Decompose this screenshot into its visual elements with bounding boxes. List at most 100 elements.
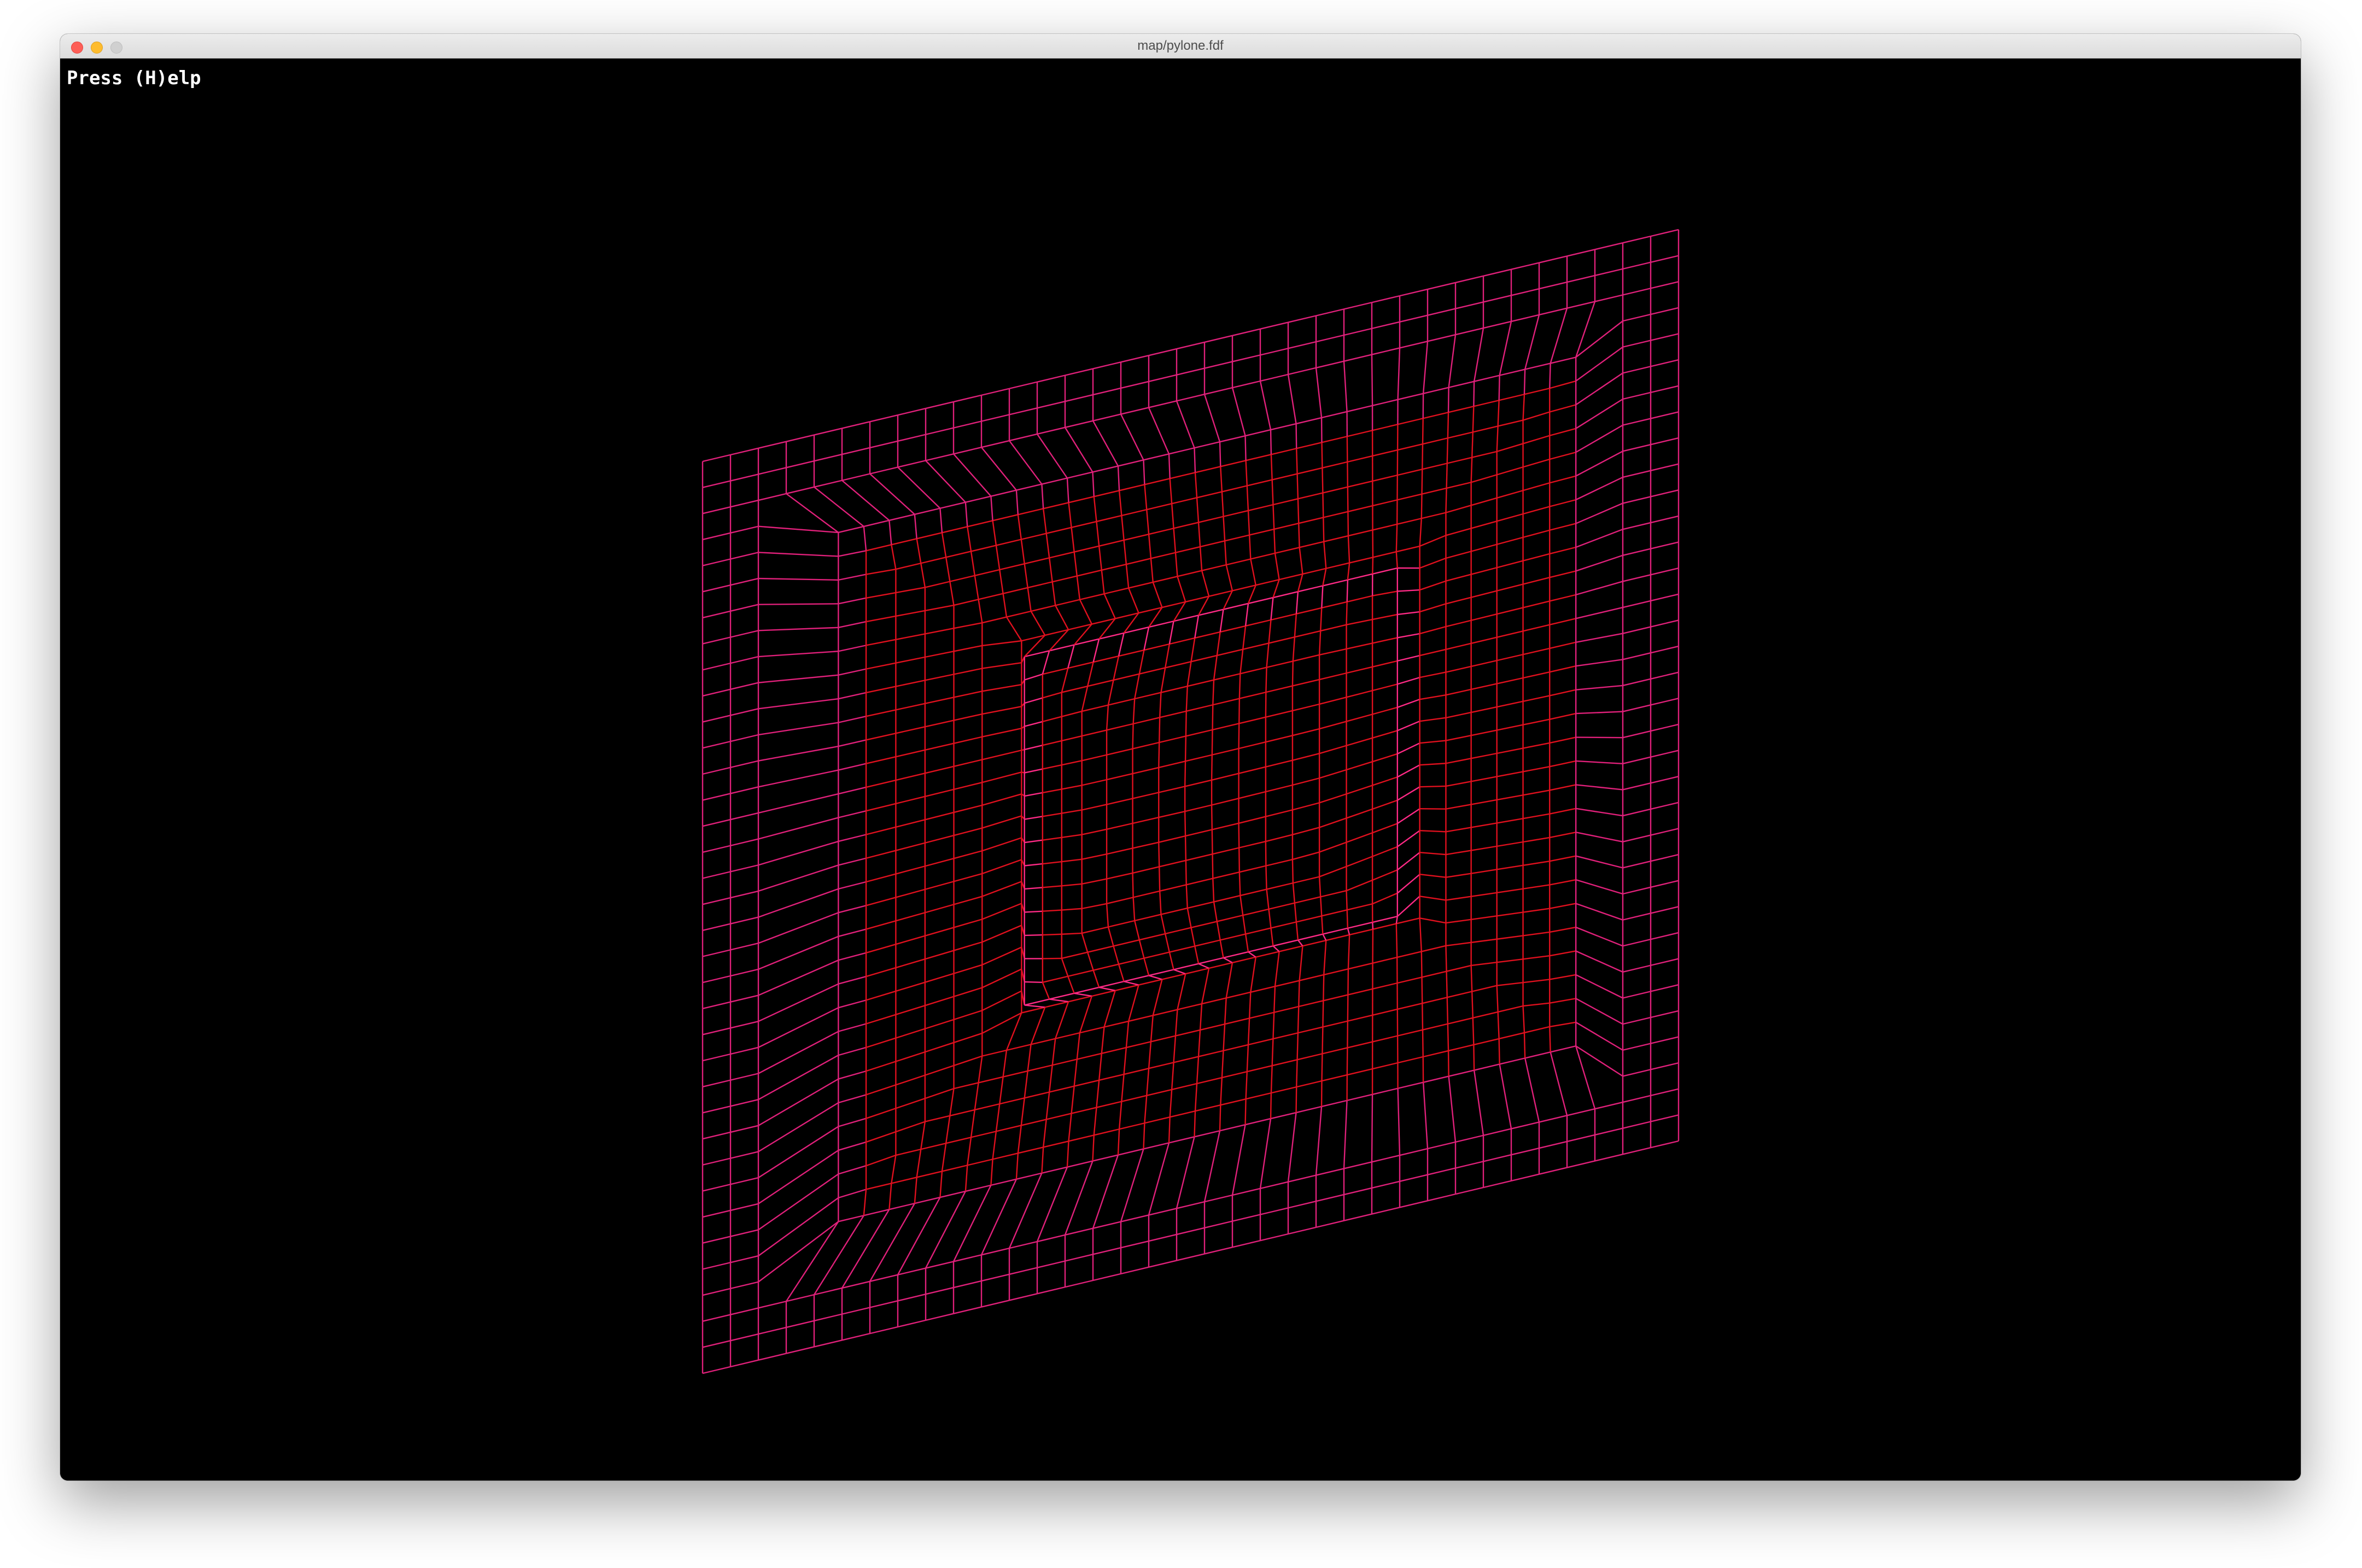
wire-segment bbox=[1248, 992, 1252, 1019]
wire-segment bbox=[1196, 491, 1223, 499]
wire-segment bbox=[1148, 1042, 1152, 1069]
wire-segment bbox=[1177, 973, 1186, 1010]
wire-segment bbox=[866, 756, 896, 764]
wire-segment bbox=[1270, 928, 1274, 946]
wire-segment bbox=[925, 401, 954, 409]
wire-segment bbox=[1077, 1052, 1102, 1060]
wire-segment bbox=[1037, 434, 1068, 479]
wire-segment bbox=[866, 850, 896, 859]
wire-segment bbox=[996, 539, 1022, 546]
wire-segment bbox=[838, 834, 867, 842]
wire-segment bbox=[1093, 496, 1097, 522]
wire-segment bbox=[1240, 649, 1244, 674]
wire-segment bbox=[1549, 665, 1576, 673]
wire-segment bbox=[863, 1189, 867, 1216]
wire-segment bbox=[1397, 830, 1420, 847]
wire-segment bbox=[1043, 1140, 1069, 1148]
wire-segment bbox=[925, 996, 954, 1007]
wire-segment bbox=[965, 495, 991, 503]
wire-segment bbox=[896, 563, 921, 570]
wire-segment bbox=[1074, 986, 1100, 994]
wire-segment bbox=[1158, 810, 1185, 818]
wire-segment bbox=[1220, 625, 1246, 633]
wire-segment bbox=[1223, 1044, 1249, 1051]
wire-segment bbox=[1146, 1089, 1172, 1096]
wire-segment bbox=[1244, 603, 1249, 627]
wire-segment bbox=[1421, 512, 1446, 519]
wire-segment bbox=[1472, 1011, 1498, 1019]
wire-segment bbox=[1168, 952, 1174, 970]
wire-segment bbox=[1347, 430, 1373, 437]
wire-segment bbox=[1185, 967, 1209, 975]
wire-segment bbox=[702, 1027, 731, 1035]
wire-segment bbox=[1220, 1098, 1246, 1106]
wire-segment bbox=[981, 1273, 1010, 1282]
wire-segment bbox=[1471, 845, 1497, 851]
wire-segment bbox=[1266, 660, 1294, 668]
wire-segment bbox=[1472, 1017, 1475, 1045]
wire-segment bbox=[1419, 717, 1446, 722]
wire-segment bbox=[1061, 686, 1088, 693]
wire-segment bbox=[1399, 1148, 1428, 1156]
wire-segment bbox=[1271, 448, 1297, 455]
wire-segment bbox=[1219, 1124, 1246, 1132]
wire-segment bbox=[1024, 1004, 1045, 1008]
wire-segment bbox=[1061, 834, 1082, 839]
wire-segment bbox=[1093, 655, 1119, 663]
wire-segment bbox=[730, 447, 759, 456]
wire-segment bbox=[838, 1118, 867, 1127]
wire-segment bbox=[1168, 454, 1171, 479]
wire-segment bbox=[1212, 878, 1215, 902]
wire-segment bbox=[1622, 548, 1651, 556]
wire-segment bbox=[702, 1314, 731, 1322]
wire-segment bbox=[1195, 1104, 1221, 1112]
wire-segment bbox=[1622, 522, 1651, 530]
wire-segment bbox=[1104, 587, 1129, 595]
wire-segment bbox=[1316, 308, 1344, 317]
wire-segment bbox=[1068, 995, 1092, 1003]
wire-segment bbox=[1446, 827, 1471, 833]
wire-segment bbox=[1051, 1038, 1056, 1066]
wire-segment bbox=[1049, 551, 1074, 559]
wire-segment bbox=[1419, 580, 1446, 591]
wire-segment bbox=[1292, 777, 1320, 786]
wire-segment bbox=[1446, 997, 1449, 1024]
wire-segment bbox=[1320, 890, 1347, 898]
title-bar[interactable]: map/pylone.fdf bbox=[60, 34, 2301, 58]
wire-segment bbox=[1372, 590, 1398, 596]
wire-segment bbox=[954, 759, 983, 767]
wire-segment bbox=[1067, 1160, 1093, 1168]
wire-segment bbox=[896, 795, 926, 805]
wire-segment bbox=[786, 1346, 815, 1354]
wire-segment bbox=[838, 1046, 867, 1056]
wire-segment bbox=[1295, 1087, 1297, 1113]
wire-segment bbox=[1219, 435, 1246, 443]
wire-segment bbox=[1246, 454, 1272, 461]
wire-segment bbox=[1347, 595, 1373, 602]
wire-segment bbox=[1197, 522, 1201, 547]
wire-segment bbox=[1272, 945, 1280, 952]
wire-segment bbox=[1319, 865, 1347, 877]
wire-segment bbox=[954, 827, 983, 836]
wire-segment bbox=[1650, 1114, 1679, 1122]
wire-segment bbox=[1148, 348, 1177, 356]
wire-segment bbox=[1265, 834, 1293, 842]
wire-segment bbox=[1347, 903, 1373, 911]
wire-segment bbox=[1118, 957, 1144, 965]
wire-segment bbox=[1065, 1254, 1094, 1262]
wire-segment bbox=[896, 703, 926, 711]
wire-segment bbox=[1065, 420, 1094, 428]
render-canvas[interactable]: Press (H)elp bbox=[60, 58, 2301, 1481]
wire-segment bbox=[1421, 945, 1446, 952]
wire-segment bbox=[1273, 1005, 1299, 1013]
wire-segment bbox=[1471, 683, 1497, 691]
wire-segment bbox=[1322, 1027, 1324, 1054]
wire-segment bbox=[1499, 394, 1525, 401]
wire-segment bbox=[1419, 896, 1446, 901]
wire-segment bbox=[1650, 906, 1679, 914]
wire-segment bbox=[1323, 927, 1348, 935]
wire-segment bbox=[1523, 553, 1550, 561]
wire-segment bbox=[838, 739, 867, 747]
wire-segment bbox=[1248, 945, 1273, 953]
wire-segment bbox=[1128, 588, 1139, 613]
